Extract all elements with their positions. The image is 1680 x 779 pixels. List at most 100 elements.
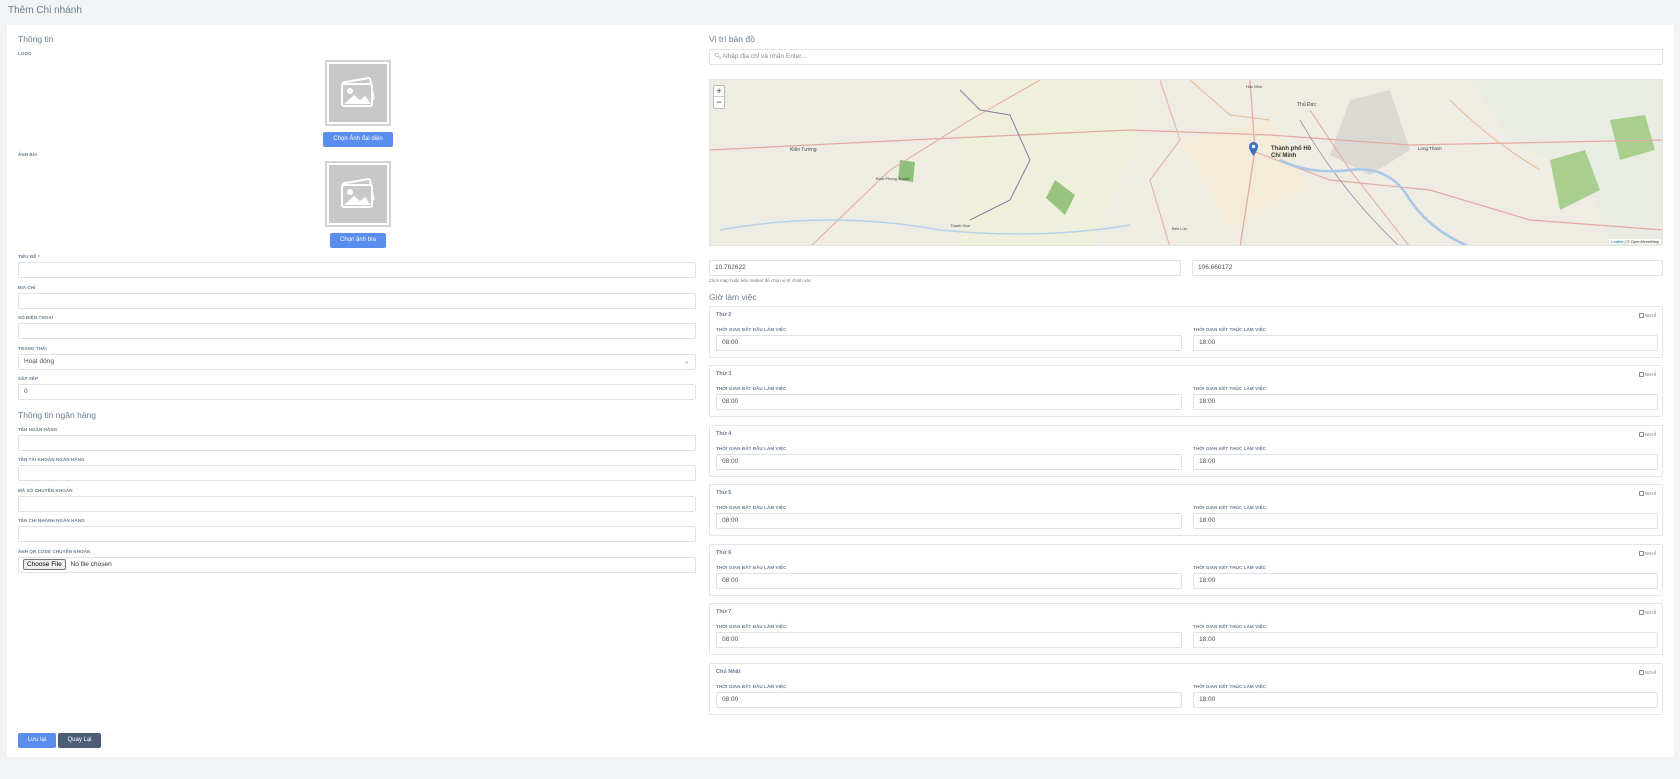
end-time-input[interactable]: 18:00 — [1193, 335, 1658, 351]
start-time-input[interactable]: 08:00 — [716, 573, 1182, 589]
branch-name-label: TÊN CHI NHÁNH NGÂN HÀNG — [18, 518, 85, 523]
save-button[interactable]: Lưu lại — [18, 733, 56, 748]
end-time-label: THỜI GIAN KẾT THÚC LÀM VIỆC — [1193, 684, 1267, 689]
end-time-label: THỜI GIAN KẾT THÚC LÀM VIỆC — [1193, 446, 1267, 451]
status-select[interactable]: Hoạt động ⌄ — [18, 354, 696, 370]
start-time-input[interactable]: 08:00 — [716, 513, 1182, 529]
search-icon: 🔍︎ — [714, 54, 722, 60]
qr-label: ẢNH QR CODE CHUYỂN KHOẢN — [18, 549, 91, 554]
day-off-checkbox[interactable] — [1638, 372, 1644, 377]
start-time-label: THỜI GIAN BẮT ĐẦU LÀM VIỆC — [716, 386, 787, 391]
end-time-label: THỜI GIAN KẾT THÚC LÀM VIỆC — [1193, 386, 1267, 391]
bank-name-input[interactable] — [18, 435, 696, 451]
start-time-input[interactable]: 08:00 — [716, 335, 1182, 351]
phone-label: SỐ ĐIỆN THOẠI — [18, 315, 54, 320]
day-block: Thứ 7 NGHỈ THỜI GIAN BẮT ĐẦU LÀM VIỆC 08:00… — [709, 603, 1663, 655]
map-search-input[interactable]: 🔍︎ Nhập địa chỉ và nhấn Enter... — [709, 49, 1663, 65]
start-time-label: THỜI GIAN BẮT ĐẦU LÀM VIỆC — [716, 446, 787, 451]
map-tiles — [710, 80, 1662, 245]
day-name: Chủ Nhật — [716, 669, 741, 675]
zoom-out-button[interactable]: − — [714, 97, 724, 108]
account-name-input[interactable] — [18, 465, 696, 481]
zoom-control: + − — [713, 85, 725, 109]
title-input[interactable] — [18, 262, 696, 278]
day-off-toggle[interactable]: NGHỈ — [1638, 372, 1656, 377]
end-time-label: THỜI GIAN KẾT THÚC LÀM VIỆC — [1193, 505, 1267, 510]
day-block: Thứ 2 NGHỈ THỜI GIAN BẮT ĐẦU LÀM VIỆC 08:00… — [709, 306, 1663, 358]
end-time-label: THỜI GIAN KẾT THÚC LÀM VIỆC — [1193, 327, 1267, 332]
map-place-label: Bến Lức — [1172, 226, 1188, 231]
day-off-checkbox[interactable] — [1638, 610, 1644, 615]
end-time-input[interactable]: 18:00 — [1193, 513, 1658, 529]
latitude-input[interactable]: 10.762622 — [709, 260, 1181, 276]
status-label: TRẠNG THÁI — [18, 346, 47, 351]
bank-section-title: Thông tin ngân hàng — [18, 410, 96, 420]
day-off-label: NGHỈ — [1644, 551, 1656, 556]
qr-file-input[interactable]: Choose File No file chosen — [18, 557, 696, 573]
day-off-toggle[interactable]: NGHỈ — [1638, 432, 1656, 437]
start-time-label: THỜI GIAN BẮT ĐẦU LÀM VIỆC — [716, 565, 787, 570]
leaflet-link[interactable]: Leaflet — [1611, 239, 1623, 244]
day-off-checkbox[interactable] — [1638, 670, 1644, 675]
day-off-checkbox[interactable] — [1638, 491, 1644, 496]
day-off-toggle[interactable]: NGHỈ — [1638, 551, 1656, 556]
start-time-label: THỜI GIAN BẮT ĐẦU LÀM VIỆC — [716, 505, 787, 510]
map-place-label: Thạnh Hóa — [950, 223, 970, 228]
logo-preview — [325, 60, 391, 126]
day-off-label: NGHỈ — [1644, 670, 1656, 675]
choose-file-button[interactable]: Choose File — [23, 559, 66, 570]
day-off-toggle[interactable]: NGHỈ — [1638, 491, 1656, 496]
image-placeholder-icon — [329, 165, 387, 223]
day-off-toggle[interactable]: NGHỈ — [1638, 313, 1656, 318]
account-name-label: TÊN TÀI KHOẢN NGÂN HÀNG — [18, 457, 85, 462]
map-view[interactable]: Kiên Tường Thành phố Hồ Chí Minh Thủ Đức… — [709, 79, 1663, 246]
info-section-title: Thông tin — [18, 34, 54, 44]
account-number-input[interactable] — [18, 496, 696, 512]
end-time-label: THỜI GIAN KẾT THÚC LÀM VIỆC — [1193, 624, 1267, 629]
day-name: Thứ 2 — [716, 312, 732, 318]
day-off-checkbox[interactable] — [1638, 551, 1644, 556]
chevron-down-icon: ⌄ — [683, 359, 689, 365]
day-block: Thứ 3 NGHỈ THỜI GIAN BẮT ĐẦU LÀM VIỆC 08:00… — [709, 365, 1663, 417]
day-name: Thứ 4 — [716, 431, 732, 437]
day-off-checkbox[interactable] — [1638, 432, 1644, 437]
map-place-label: Hóc Môn — [1246, 84, 1263, 89]
day-off-toggle[interactable]: NGHỈ — [1638, 610, 1656, 615]
start-time-label: THỜI GIAN BẮT ĐẦU LÀM VIỆC — [716, 684, 787, 689]
end-time-input[interactable]: 18:00 — [1193, 394, 1658, 410]
zoom-in-button[interactable]: + — [714, 86, 724, 97]
map-place-label: Long Thành — [1418, 146, 1442, 151]
back-button[interactable]: Quay Lại — [58, 733, 101, 748]
choose-logo-button[interactable]: Chọn Ảnh đại diện — [323, 132, 393, 147]
day-name: Thứ 5 — [716, 490, 732, 496]
end-time-input[interactable]: 18:00 — [1193, 632, 1658, 648]
end-time-input[interactable]: 18:00 — [1193, 692, 1658, 708]
sort-input[interactable]: 0 — [18, 384, 696, 400]
choose-cover-button[interactable]: Chọn ảnh bìa — [330, 233, 386, 248]
day-off-label: NGHỈ — [1644, 491, 1656, 496]
branch-name-input[interactable] — [18, 526, 696, 542]
start-time-input[interactable]: 08:00 — [716, 454, 1182, 470]
longitude-input[interactable]: 106.660172 — [1192, 260, 1663, 276]
end-time-input[interactable]: 18:00 — [1193, 573, 1658, 589]
start-time-input[interactable]: 08:00 — [716, 394, 1182, 410]
address-label: ĐỊA CHỈ — [18, 285, 36, 290]
day-name: Thứ 3 — [716, 371, 732, 377]
start-time-input[interactable]: 08:00 — [716, 692, 1182, 708]
location-marker-icon[interactable] — [1249, 142, 1258, 156]
end-time-input[interactable]: 18:00 — [1193, 454, 1658, 470]
map-city-label: Thành phố Hồ Chí Minh — [1271, 146, 1312, 159]
day-block: Thứ 6 NGHỈ THỜI GIAN BẮT ĐẦU LÀM VIỆC 08:00… — [709, 544, 1663, 596]
address-input[interactable] — [18, 293, 696, 309]
form-card: Thông tin LOGO Chọn Ảnh đại diện ẢNH BÌA… — [7, 25, 1674, 757]
start-time-label: THỜI GIAN BẮT ĐẦU LÀM VIỆC — [716, 624, 787, 629]
bank-name-label: TÊN NGÂN HÀNG — [18, 427, 58, 432]
page-title: Thêm Chi nhánh — [8, 5, 82, 16]
start-time-input[interactable]: 08:00 — [716, 632, 1182, 648]
day-name: Thứ 7 — [716, 609, 732, 615]
day-off-checkbox[interactable] — [1638, 313, 1644, 318]
image-placeholder-icon — [329, 64, 387, 122]
phone-input[interactable] — [18, 323, 696, 339]
file-status: No file chosen — [70, 561, 112, 568]
day-off-toggle[interactable]: NGHỈ — [1638, 670, 1656, 675]
